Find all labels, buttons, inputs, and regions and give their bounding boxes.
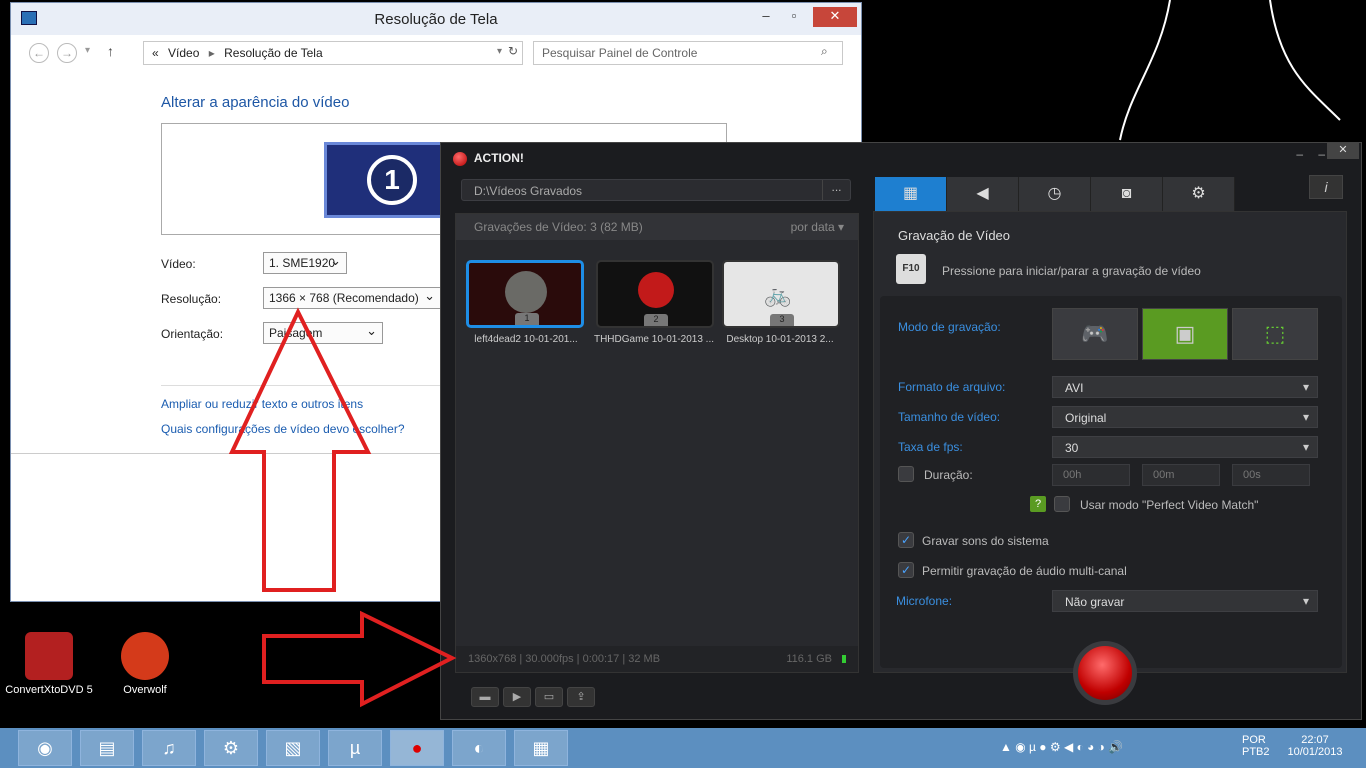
clock[interactable]: 22:07 10/01/2013 [1284, 734, 1346, 758]
taskbar-photos[interactable]: ▧ [266, 730, 320, 766]
annotation-arrows [228, 307, 457, 708]
tray-icons[interactable]: ▲ ◉ µ ● ⚙ ◀ ◐ ◕ ◑ 🔊 [1000, 740, 1123, 754]
taskbar-steam[interactable]: ⚙ [204, 730, 258, 766]
ccleaner-icon: ◐ [473, 738, 485, 758]
taskbar-action[interactable]: ● [390, 730, 444, 766]
taskbar-explorer[interactable]: ▤ [80, 730, 134, 766]
record-icon: ● [411, 738, 423, 758]
photos-icon: ▧ [284, 738, 302, 758]
taskbar-ccleaner[interactable]: ◐ [452, 730, 506, 766]
taskbar: ◉ ▤ ♫ ⚙ ▧ µ ● ◐ ▦ ▲ ◉ µ ● ⚙ ◀ ◐ ◕ ◑ 🔊 PO… [0, 728, 1366, 768]
utorrent-icon: µ [349, 738, 361, 758]
folder-icon: ▤ [98, 738, 116, 758]
arrow-up [228, 307, 372, 592]
itunes-icon: ♫ [162, 738, 176, 758]
taskbar-chrome[interactable]: ◉ [18, 730, 72, 766]
taskbar-control-panel[interactable]: ▦ [514, 730, 568, 766]
steam-icon: ⚙ [222, 738, 240, 758]
taskbar-utorrent[interactable]: µ [328, 730, 382, 766]
language-indicator[interactable]: POR PTB2 [1242, 734, 1270, 758]
chrome-icon: ◉ [37, 738, 53, 758]
arrow-right [262, 610, 457, 708]
taskbar-itunes[interactable]: ♫ [142, 730, 196, 766]
control-panel-icon: ▦ [532, 738, 550, 758]
